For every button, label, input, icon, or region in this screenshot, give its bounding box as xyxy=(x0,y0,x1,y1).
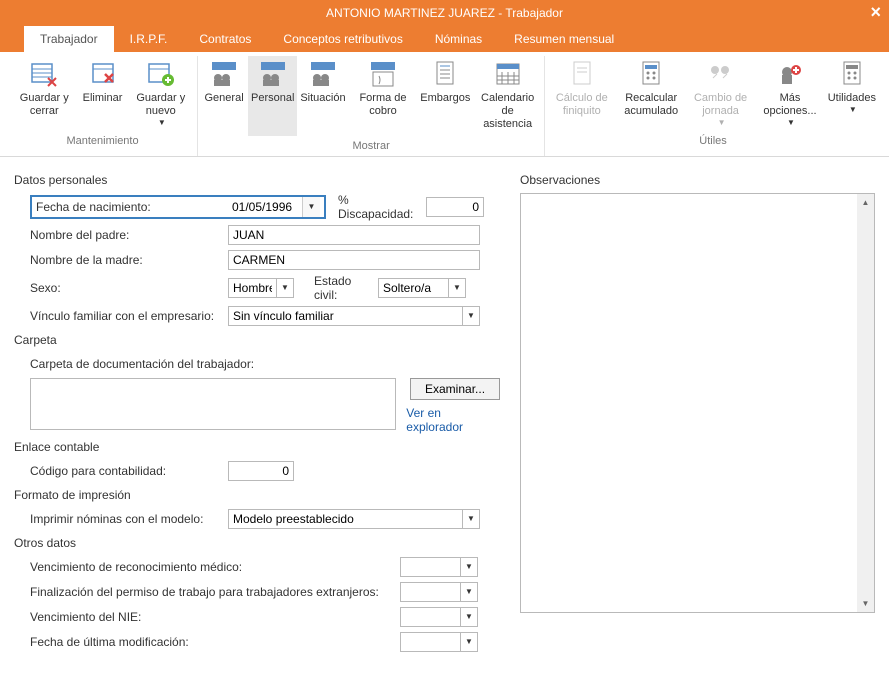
sexo-label: Sexo: xyxy=(30,281,228,295)
tab-resumen[interactable]: Resumen mensual xyxy=(498,26,630,52)
calendar-icon xyxy=(492,58,524,90)
personal-icon xyxy=(257,58,289,90)
examinar-button[interactable]: Examinar... xyxy=(410,378,500,400)
estado-civil-select[interactable] xyxy=(378,278,448,298)
section-observaciones: Observaciones xyxy=(520,173,875,187)
nombre-madre-label: Nombre de la madre: xyxy=(30,253,228,267)
vinculo-label: Vínculo familiar con el empresario: xyxy=(30,309,228,323)
title-bar: ANTONIO MARTINEZ JUAREZ - Trabajador × xyxy=(0,0,889,26)
vencimiento-nie-dropdown[interactable]: ▼ xyxy=(460,607,478,627)
chevron-down-icon: ▼ xyxy=(158,118,166,127)
forma-cobro-icon xyxy=(367,58,399,90)
general-button[interactable]: General xyxy=(200,56,248,136)
vinculo-select[interactable] xyxy=(228,306,462,326)
carpeta-doc-label: Carpeta de documentación del trabajador: xyxy=(30,357,254,371)
save-new-icon xyxy=(145,58,177,90)
vencimiento-nie-input[interactable] xyxy=(400,607,460,627)
scrollbar[interactable]: ▲ ▼ xyxy=(857,194,874,612)
cambio-jornada-button: Cambio de jornada ▼ xyxy=(686,56,755,131)
sexo-select[interactable] xyxy=(228,278,276,298)
section-formato-impresion: Formato de impresión xyxy=(14,488,500,502)
scroll-down-icon[interactable]: ▼ xyxy=(857,595,874,612)
section-datos-personales: Datos personales xyxy=(14,173,500,187)
group-mostrar-label: Mostrar xyxy=(200,136,542,156)
personal-button[interactable]: Personal xyxy=(248,56,297,136)
discapacidad-input[interactable] xyxy=(426,197,484,217)
imprimir-modelo-select[interactable] xyxy=(228,509,462,529)
nombre-padre-input[interactable] xyxy=(228,225,480,245)
scroll-up-icon[interactable]: ▲ xyxy=(857,194,874,211)
vencimiento-medico-input[interactable] xyxy=(400,557,460,577)
chevron-down-icon: ▼ xyxy=(787,118,795,127)
recalcular-button[interactable]: Recalcular acumulado xyxy=(617,56,686,131)
observaciones-textarea[interactable]: ▲ ▼ xyxy=(520,193,875,613)
utilidades-button[interactable]: Utilidades ▼ xyxy=(825,56,879,131)
finiquito-icon xyxy=(566,58,598,90)
tab-irpf[interactable]: I.R.P.F. xyxy=(114,26,184,52)
guardar-cerrar-button[interactable]: Guardar y cerrar xyxy=(10,56,79,131)
finalizacion-permiso-input[interactable] xyxy=(400,582,460,602)
ribbon: Guardar y cerrar Eliminar Guardar y nuev… xyxy=(0,52,889,157)
estado-civil-label: Estado civil: xyxy=(294,274,378,302)
utilidades-icon xyxy=(836,58,868,90)
nombre-padre-label: Nombre del padre: xyxy=(30,228,228,242)
mas-opciones-button[interactable]: Más opciones... ▼ xyxy=(755,56,824,131)
embargos-button[interactable]: Embargos xyxy=(417,56,473,136)
fecha-nacimiento-label: Fecha de nacimiento: xyxy=(32,200,228,214)
discapacidad-label: % Discapacidad: xyxy=(326,193,426,221)
finalizacion-permiso-label: Finalización del permiso de trabajo para… xyxy=(30,585,400,599)
fecha-modificacion-dropdown[interactable]: ▼ xyxy=(460,632,478,652)
calendario-button[interactable]: Calendario de asistencia xyxy=(473,56,542,136)
estado-civil-dropdown[interactable]: ▼ xyxy=(448,278,466,298)
delete-icon xyxy=(87,58,119,90)
close-icon[interactable]: × xyxy=(870,2,881,23)
eliminar-button[interactable]: Eliminar xyxy=(79,56,127,131)
section-carpeta: Carpeta xyxy=(14,333,500,347)
recalcular-icon xyxy=(635,58,667,90)
calculo-finiquito-button: Cálculo de finiquito xyxy=(547,56,616,131)
section-enlace-contable: Enlace contable xyxy=(14,440,500,454)
group-utiles-label: Útiles xyxy=(547,131,879,151)
codigo-contabilidad-input[interactable] xyxy=(228,461,294,481)
situacion-icon xyxy=(307,58,339,90)
fecha-nacimiento-dropdown[interactable]: ▼ xyxy=(302,197,320,217)
fecha-modificacion-label: Fecha de última modificación: xyxy=(30,635,400,649)
window-title: ANTONIO MARTINEZ JUAREZ - Trabajador xyxy=(326,6,563,20)
fecha-nacimiento-row: Fecha de nacimiento: ▼ xyxy=(30,195,326,219)
jornada-icon xyxy=(705,58,737,90)
mas-opciones-icon xyxy=(774,58,806,90)
general-icon xyxy=(208,58,240,90)
situacion-button[interactable]: Situación xyxy=(297,56,348,136)
imprimir-modelo-label: Imprimir nóminas con el modelo: xyxy=(30,512,228,526)
tab-trabajador[interactable]: Trabajador xyxy=(24,26,114,52)
chevron-down-icon: ▼ xyxy=(718,118,726,127)
vencimiento-nie-label: Vencimiento del NIE: xyxy=(30,610,400,624)
vinculo-dropdown[interactable]: ▼ xyxy=(462,306,480,326)
sexo-dropdown[interactable]: ▼ xyxy=(276,278,294,298)
tab-bar: Trabajador I.R.P.F. Contratos Conceptos … xyxy=(0,26,889,52)
embargos-icon xyxy=(429,58,461,90)
tab-contratos[interactable]: Contratos xyxy=(183,26,267,52)
fecha-modificacion-input[interactable] xyxy=(400,632,460,652)
group-mantenimiento-label: Mantenimiento xyxy=(10,131,195,151)
imprimir-modelo-dropdown[interactable]: ▼ xyxy=(462,509,480,529)
guardar-nuevo-button[interactable]: Guardar y nuevo ▼ xyxy=(127,56,196,131)
vencimiento-medico-dropdown[interactable]: ▼ xyxy=(460,557,478,577)
carpeta-doc-input[interactable] xyxy=(30,378,396,430)
save-close-icon xyxy=(28,58,60,90)
tab-nominas[interactable]: Nóminas xyxy=(419,26,498,52)
forma-cobro-button[interactable]: Forma de cobro xyxy=(349,56,418,136)
tab-conceptos[interactable]: Conceptos retributivos xyxy=(267,26,418,52)
nombre-madre-input[interactable] xyxy=(228,250,480,270)
codigo-contabilidad-label: Código para contabilidad: xyxy=(30,464,228,478)
ver-explorador-link[interactable]: Ver en explorador xyxy=(406,406,500,434)
section-otros-datos: Otros datos xyxy=(14,536,500,550)
fecha-nacimiento-input[interactable] xyxy=(228,197,302,217)
vencimiento-medico-label: Vencimiento de reconocimiento médico: xyxy=(30,560,400,574)
finalizacion-permiso-dropdown[interactable]: ▼ xyxy=(460,582,478,602)
chevron-down-icon: ▼ xyxy=(849,105,857,114)
